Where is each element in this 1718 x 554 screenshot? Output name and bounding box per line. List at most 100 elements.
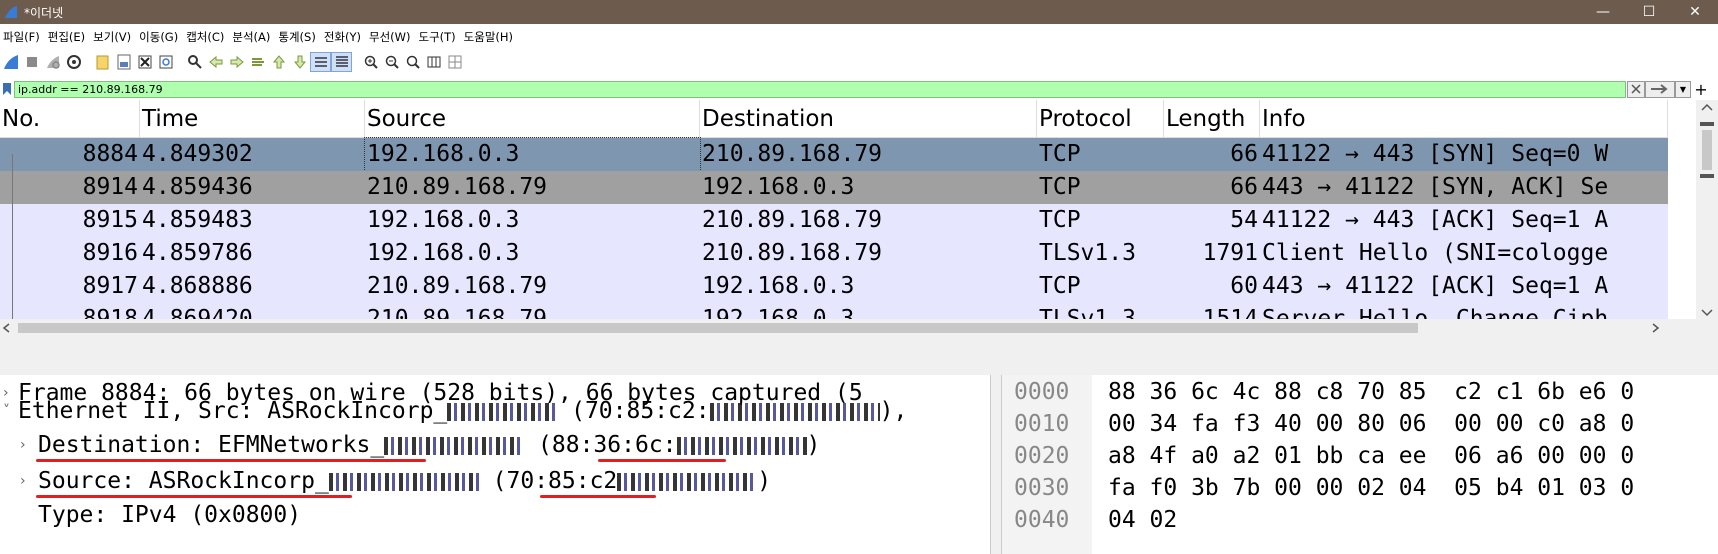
last-packet-icon[interactable] [289,52,310,72]
packet-cell-no: 8917 [82,273,138,299]
go-forward-icon[interactable] [226,52,247,72]
menu-tools[interactable]: 도구(T) [416,28,461,46]
detail-source-suffix: ) [757,468,772,494]
red-underline-annotation [598,459,726,462]
packet-list-vertical-scrollbar[interactable] [1696,100,1718,337]
menu-telephony[interactable]: 전화(Y) [321,28,366,46]
hex-offset: 0040 [1014,507,1070,533]
column-header-time[interactable]: Time [140,100,365,137]
save-file-icon[interactable] [113,52,134,72]
detail-ethernet-prefix: Ethernet II, Src: ASRockIncorp_ [18,398,448,424]
detail-ethernet-suffix: ), [879,398,908,424]
clear-filter-icon[interactable] [1627,80,1645,98]
column-header-info[interactable]: Info [1260,100,1668,137]
expand-arrow-icon[interactable]: › [20,427,26,463]
menu-help[interactable]: 도움말(H) [461,28,518,46]
zoom-out-icon[interactable] [381,52,402,72]
detail-source-prefix: Source: ASRockIncorp_ [38,468,329,494]
packet-cell-proto: TLSv1.3 [1039,240,1136,266]
packet-cell-no: 8914 [82,174,138,200]
packet-row[interactable]: 8915 4.859483 192.168.0.3 210.89.168.79 TCP 5… [0,204,1668,237]
menu-analyze[interactable]: 분석(A) [229,28,275,46]
redaction-mark [384,436,525,455]
menu-capture[interactable]: 캡처(C) [183,28,229,46]
go-to-packet-icon[interactable] [247,52,268,72]
display-filter-input[interactable]: ip.addr == 210.89.168.79 [14,80,1626,98]
packet-bytes-pane: 0000 88 36 6c 4c 88 c8 70 85 c2 c1 6b e6 … [1002,375,1718,554]
collapse-arrow-icon[interactable]: ˅ [3,393,10,429]
stop-icon[interactable] [21,52,42,72]
column-header-no[interactable]: No. [0,100,140,137]
capture-options-icon[interactable] [63,52,84,72]
menu-file[interactable]: 파일(F) [0,28,45,46]
related-packet-indicator [12,154,13,319]
menu-edit[interactable]: 편집(E) [45,28,90,46]
packet-cell-src: 210.89.168.79 [367,174,548,200]
reload-icon[interactable] [155,52,176,72]
restart-icon[interactable] [42,52,63,72]
packet-cell-len: 1791 [1202,240,1258,266]
detail-source-row[interactable]: › Source: ASRockIncorp_ (70:85:c2) [0,463,990,499]
packet-row[interactable]: 8914 4.859436 210.89.168.79 192.168.0.3 TCP 6… [0,171,1668,204]
menu-statistics[interactable]: 통계(S) [275,28,320,46]
zoom-normal-icon[interactable] [402,52,423,72]
pane-divider[interactable] [0,337,1718,375]
zoom-in-icon[interactable] [360,52,381,72]
shark-fin-start-icon[interactable] [0,52,21,72]
add-filter-button[interactable]: + [1691,80,1711,99]
packet-list-header: No. Time Source Destination Protocol Len… [0,100,1668,138]
menu-go[interactable]: 이동(G) [136,28,183,46]
detail-ethernet-mac: (70:85:c2: [557,398,710,424]
packet-cell-len: 54 [1230,207,1258,233]
resize-columns-icon[interactable] [423,52,444,72]
detail-destination-row[interactable]: › Destination: EFMNetworks_ (88:36:6c:) [0,427,990,463]
display-filter-bar: ip.addr == 210.89.168.79 ▼ + [0,80,1718,99]
maximize-button[interactable]: ☐ [1626,0,1672,24]
expand-arrow-icon[interactable]: › [20,463,26,499]
find-icon[interactable] [184,52,205,72]
window-title: *이더넷 [24,5,64,20]
hex-offset: 0010 [1014,411,1070,437]
hex-bytes: 04 02 [1108,507,1178,533]
packet-cell-no: 8915 [82,207,138,233]
column-header-destination[interactable]: Destination [700,100,1037,137]
packet-cell-dst: 210.89.168.79 [702,141,883,167]
menu-wireless[interactable]: 무선(W) [366,28,416,46]
pane-splitter[interactable] [990,375,1002,554]
close-file-icon[interactable] [134,52,155,72]
title-bar: *이더넷 — ☐ ✕ [0,0,1718,24]
detail-ethernet-row[interactable]: ˅ Ethernet II, Src: ASRockIncorp_ (70:85… [0,393,990,429]
detail-destination-prefix: Destination: EFMNetworks_ [38,432,385,458]
go-back-icon[interactable] [205,52,226,72]
detail-destination-mac: (88:36:6c: [538,432,677,458]
packet-row[interactable]: 8917 4.868886 210.89.168.79 192.168.0.3 TCP 6… [0,270,1668,303]
close-button[interactable]: ✕ [1672,0,1718,24]
packet-cell-dst: 210.89.168.79 [702,240,883,266]
column-header-protocol[interactable]: Protocol [1037,100,1164,137]
column-header-source[interactable]: Source [365,100,700,137]
packet-cell-time: 4.859436 [142,174,253,200]
packet-row[interactable]: 8884 4.849302 192.168.0.3 210.89.168.79 TCP 6… [0,137,1668,172]
auto-scroll-icon[interactable] [310,52,331,72]
bookmark-icon[interactable] [0,80,14,98]
packet-cell-proto: TCP [1039,207,1081,233]
menu-view[interactable]: 보기(V) [90,28,136,46]
packet-cell-src: 192.168.0.3 [364,137,701,172]
colorize-icon[interactable] [331,52,352,72]
packet-list-horizontal-scrollbar[interactable] [0,319,1696,337]
open-file-icon[interactable] [92,52,113,72]
packet-cell-len: 66 [1230,174,1258,200]
layout-icon[interactable] [444,52,465,72]
minimize-button[interactable]: — [1580,0,1626,24]
redaction-mark [676,436,807,455]
column-header-length[interactable]: Length [1164,100,1260,137]
packet-cell-no: 8916 [82,240,138,266]
apply-filter-icon[interactable] [1645,80,1675,98]
red-underline-annotation [36,459,426,462]
detail-type-row[interactable]: Type: IPv4 (0x0800) [0,497,990,533]
packet-cell-info: 443 → 41122 [SYN, ACK] Se [1262,174,1609,200]
packet-row[interactable]: 8916 4.859786 192.168.0.3 210.89.168.79 TLSv… [0,237,1668,270]
first-packet-icon[interactable] [268,52,289,72]
packet-cell-info: 41122 → 443 [ACK] Seq=1 A [1262,207,1609,233]
filter-history-dropdown-icon[interactable]: ▼ [1675,80,1691,98]
